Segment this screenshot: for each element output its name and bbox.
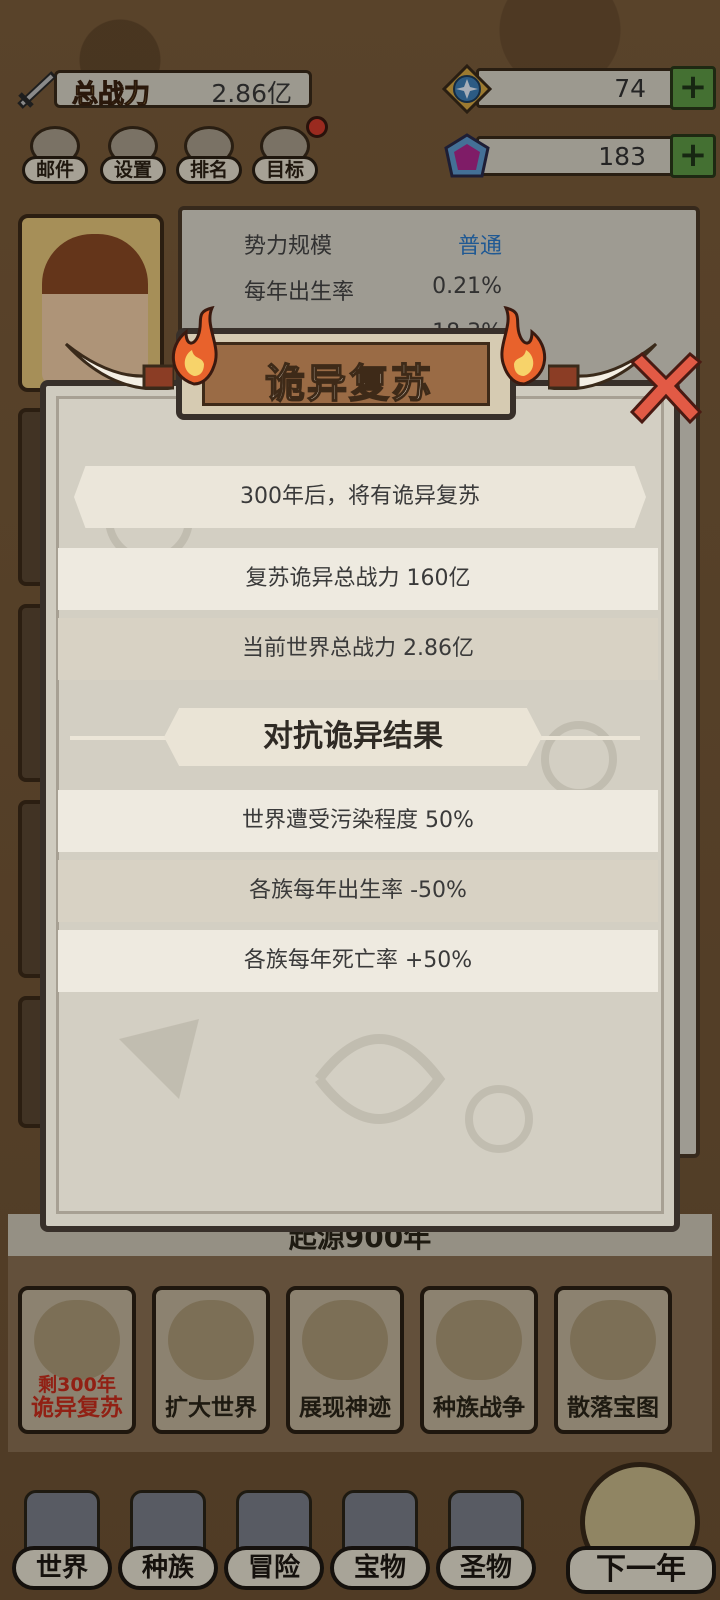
flame-left-icon: [171, 306, 218, 386]
dialog-title: 诡异复苏: [264, 360, 433, 408]
result-row-birth: 各族每年出生率 -50%: [58, 860, 658, 922]
countdown-row: 300年后，将有诡异复苏: [74, 466, 646, 528]
result-row-pollution: 世界遭受污染程度 50%: [58, 790, 658, 852]
dialog-header: 诡异复苏: [176, 328, 516, 420]
divider-right: [540, 736, 640, 740]
section-title: 对抗诡异结果: [164, 708, 542, 766]
world-power-row: 当前世界总战力 2.86亿: [58, 618, 658, 680]
header-inner: 诡异复苏: [202, 342, 490, 408]
divider-left: [70, 736, 166, 740]
flame-right-icon: [500, 306, 547, 386]
horn-left-icon: [64, 342, 174, 390]
revival-power-row: 复苏诡异总战力 160亿: [58, 548, 658, 610]
result-row-death: 各族每年死亡率 +50%: [58, 930, 658, 992]
close-icon[interactable]: [626, 352, 704, 426]
